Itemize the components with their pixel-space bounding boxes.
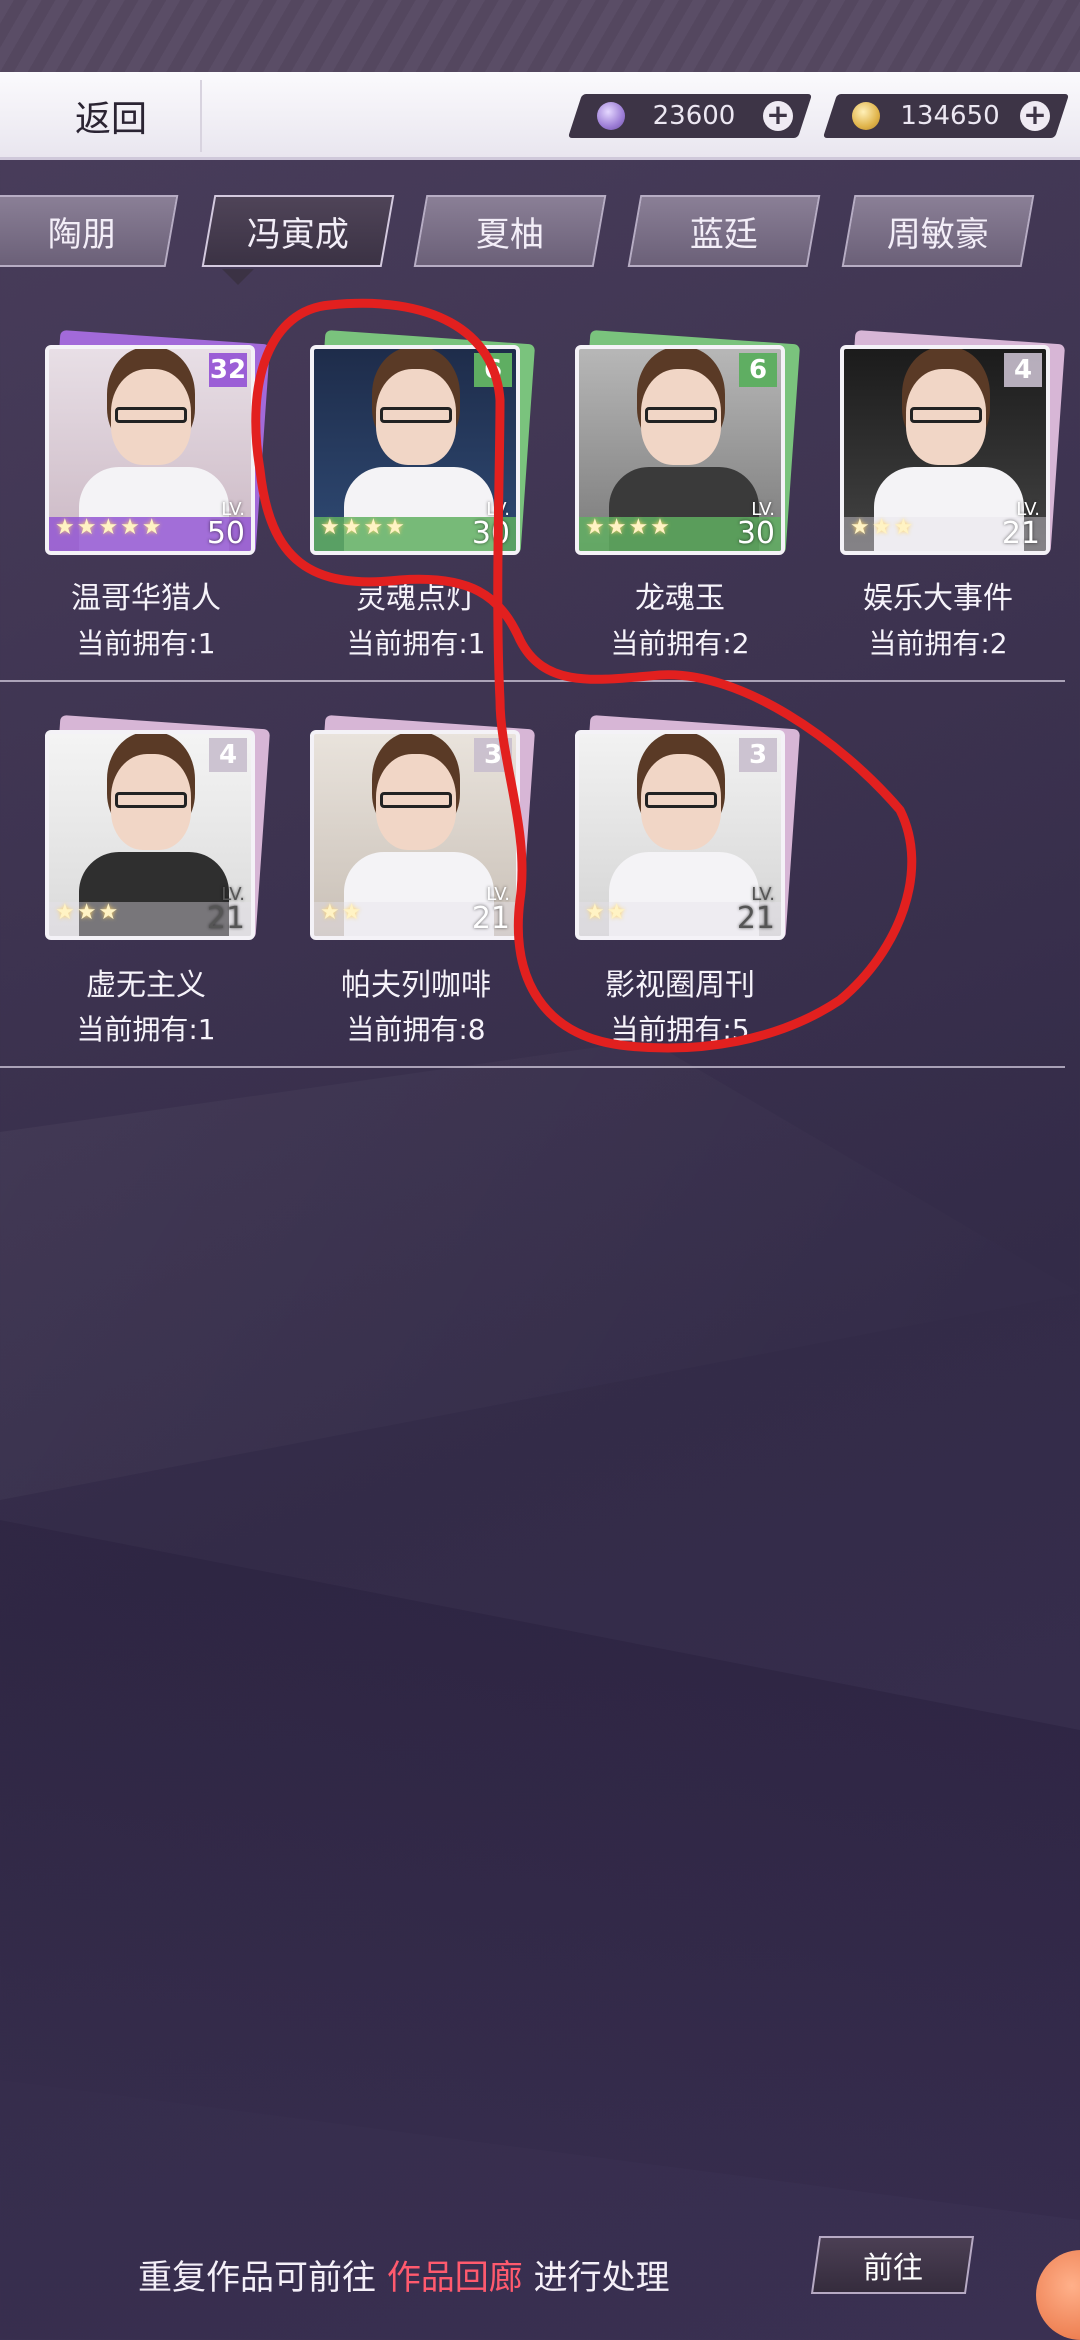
level-indicator: LV. 30 xyxy=(736,499,775,551)
card-item[interactable]: 3 ★★ LV. 21 xyxy=(310,714,536,940)
card-owned-count: 当前拥有:1 xyxy=(76,1013,216,1046)
star-rating: ★★ xyxy=(585,900,629,925)
card-count-badge: 6 xyxy=(474,353,512,387)
floating-assistant-icon[interactable] xyxy=(1036,2250,1080,2340)
card-item[interactable]: 4 ★★★ LV. 21 xyxy=(840,329,1066,555)
card-portrait: 4 ★★★ LV. 21 xyxy=(45,730,255,940)
card-count-badge: 3 xyxy=(474,738,512,772)
card-portrait: 32 ★★★★★ LV. 50 xyxy=(45,345,255,555)
tab-taopeng[interactable]: 陶朋 xyxy=(0,195,179,267)
card-portrait: 3 ★★ LV. 21 xyxy=(575,730,785,940)
card-name: 灵魂点灯 xyxy=(356,581,476,616)
card-owned-count: 当前拥有:1 xyxy=(76,627,216,660)
star-rating: ★★★★★ xyxy=(55,515,164,540)
background-facet xyxy=(0,1040,1080,1500)
card-owned-count: 当前拥有:2 xyxy=(868,627,1008,660)
card-portrait: 3 ★★ LV. 21 xyxy=(310,730,520,940)
star-rating: ★★ xyxy=(320,900,364,925)
card-owned-count: 当前拥有:2 xyxy=(610,627,750,660)
gold-counter: 134650 + xyxy=(822,94,1070,138)
card-count-badge: 3 xyxy=(739,738,777,772)
diamond-value: 23600 xyxy=(652,101,736,131)
diamond-counter: 23600 + xyxy=(567,94,813,138)
gold-coin-icon xyxy=(852,102,880,130)
level-indicator: LV. 21 xyxy=(206,884,245,936)
add-gold-button[interactable]: + xyxy=(1020,98,1050,131)
star-rating: ★★★ xyxy=(850,515,916,540)
card-portrait: 4 ★★★ LV. 21 xyxy=(840,345,1050,555)
card-count-badge: 32 xyxy=(209,353,247,387)
star-rating: ★★★ xyxy=(55,900,121,925)
active-tab-pointer xyxy=(222,269,254,285)
card-count-badge: 4 xyxy=(209,738,247,772)
card-owned-count: 当前拥有:8 xyxy=(346,1013,486,1046)
level-indicator: LV. 50 xyxy=(206,499,245,551)
card-name: 龙魂玉 xyxy=(635,581,725,616)
star-rating: ★★★★ xyxy=(585,515,672,540)
card-name: 温哥华猎人 xyxy=(71,581,221,616)
background-facet xyxy=(0,1520,1080,2220)
level-indicator: LV. 30 xyxy=(471,499,510,551)
card-item[interactable]: 3 ★★ LV. 21 xyxy=(575,714,801,940)
level-indicator: LV. 21 xyxy=(471,884,510,936)
star-rating: ★★★★ xyxy=(320,515,407,540)
bottom-hint: 重复作品可前往 作品回廊 进行处理 xyxy=(138,2258,670,2298)
card-portrait: 6 ★★★★ LV. 30 xyxy=(575,345,785,555)
row-divider xyxy=(0,1066,1065,1068)
card-item[interactable]: 4 ★★★ LV. 21 xyxy=(45,714,271,940)
back-button[interactable]: 返回 xyxy=(22,80,202,152)
gallery-link[interactable]: 作品回廊 xyxy=(387,2258,523,2298)
card-portrait: 6 ★★★★ LV. 30 xyxy=(310,345,520,555)
row-divider xyxy=(0,680,1065,682)
tab-lanting[interactable]: 蓝廷 xyxy=(627,195,821,267)
card-count-badge: 4 xyxy=(1004,353,1042,387)
card-name: 帕夫列咖啡 xyxy=(341,968,491,1003)
level-indicator: LV. 21 xyxy=(1001,499,1040,551)
go-button[interactable]: 前往 xyxy=(810,2236,975,2294)
character-tabs: 陶朋 冯寅成 夏柚 蓝廷 周敏豪 xyxy=(0,195,1080,285)
card-count-badge: 6 xyxy=(739,353,777,387)
tab-zhouminhao[interactable]: 周敏豪 xyxy=(841,195,1035,267)
card-owned-count: 当前拥有:5 xyxy=(610,1013,750,1046)
gold-value: 134650 xyxy=(900,101,1000,131)
status-strip xyxy=(0,0,1080,72)
tab-fengyincheng[interactable]: 冯寅成 xyxy=(201,195,395,267)
card-name: 娱乐大事件 xyxy=(863,581,1013,616)
card-item[interactable]: 6 ★★★★ LV. 30 xyxy=(310,329,536,555)
card-item[interactable]: 32 ★★★★★ LV. 50 xyxy=(45,329,271,555)
top-bar: 返回 23600 + 134650 + xyxy=(0,72,1080,160)
card-item[interactable]: 6 ★★★★ LV. 30 xyxy=(575,329,801,555)
diamond-icon xyxy=(597,102,625,130)
card-name: 影视圈周刊 xyxy=(605,968,755,1003)
level-indicator: LV. 21 xyxy=(736,884,775,936)
tab-xiayou[interactable]: 夏柚 xyxy=(413,195,607,267)
add-diamond-button[interactable]: + xyxy=(763,98,793,131)
card-name: 虚无主义 xyxy=(86,968,206,1003)
card-owned-count: 当前拥有:1 xyxy=(346,627,486,660)
